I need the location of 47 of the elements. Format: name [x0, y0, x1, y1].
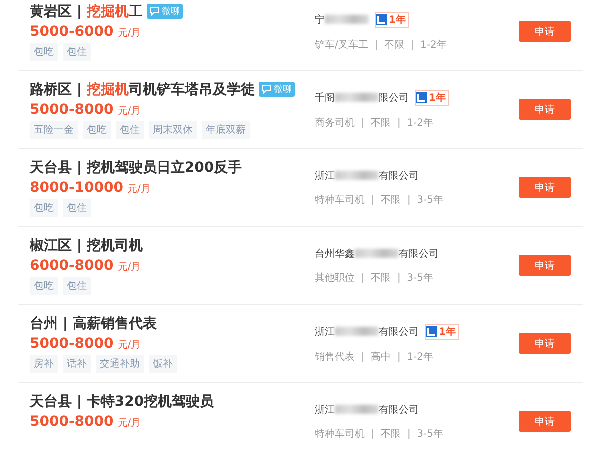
membership-badge: 1年	[375, 12, 409, 28]
salary-unit: 元/月	[118, 416, 142, 430]
job-title[interactable]: 椒江区 | 挖机司机	[30, 236, 143, 254]
benefit-tag: 包住	[116, 120, 144, 138]
salary: 5000-8000	[30, 102, 114, 118]
benefit-tag: 饭补	[149, 354, 177, 372]
salary-unit: 元/月	[118, 338, 142, 352]
company-name[interactable]: 千阁 限公司	[315, 90, 409, 104]
salary-unit: 元/月	[118, 26, 142, 40]
benefit-tag: 包住	[63, 198, 91, 216]
membership-badge: 1年	[415, 90, 449, 106]
benefit-tag: 包住	[63, 42, 91, 60]
salary: 5000-8000	[30, 414, 114, 430]
job-meta: 特种车司机 | 不限 | 3-5年	[315, 428, 445, 440]
job-meta: 特种车司机 | 不限 | 3-5年	[315, 194, 445, 206]
salary: 8000-10000	[30, 180, 124, 196]
company-name[interactable]: 浙江 有限公司	[315, 402, 419, 416]
membership-badge: 1年	[425, 324, 459, 340]
job-title[interactable]: 台州 | 高薪销售代表	[30, 314, 157, 332]
salary-unit: 元/月	[118, 260, 142, 274]
job-meta: 铲车/叉车工 | 不限 | 1-2年	[315, 38, 448, 52]
benefit-tag: 包吃	[30, 42, 58, 60]
benefit-tag: 房补	[30, 354, 58, 372]
benefit-tag: 包住	[63, 276, 91, 294]
salary: 5000-8000	[30, 336, 114, 352]
benefit-tag: 包吃	[30, 198, 58, 216]
salary-unit: 元/月	[127, 182, 151, 196]
company-name[interactable]: 浙江 有限公司	[315, 324, 419, 338]
job-title[interactable]: 天台县 | 卡特320挖机驾驶员	[30, 392, 214, 410]
benefit-tag: 五险一金	[30, 120, 78, 138]
job-title[interactable]: 天台县 | 挖机驾驶员日立200反手	[30, 158, 242, 176]
job-meta: 其他职位 | 不限 | 3-5年	[315, 272, 435, 284]
benefit-tag: 包吃	[30, 276, 58, 294]
benefit-tag: 年底双薪	[202, 120, 250, 138]
salary-unit: 元/月	[118, 104, 142, 118]
benefit-tag: 周末双休	[149, 120, 197, 138]
benefit-tag: 交通补助	[96, 354, 144, 372]
company-name[interactable]: 台州华鑫 有限公司	[315, 246, 439, 260]
job-title[interactable]: 路桥区 | 挖掘机司机铲车塔吊及学徒	[30, 80, 255, 98]
job-meta: 销售代表 | 高中 | 1-2年	[315, 350, 435, 364]
benefit-tag: 包吃	[83, 120, 111, 138]
job-meta: 商务司机 | 不限 | 1-2年	[315, 116, 435, 130]
job-title[interactable]: 黄岩区 | 挖掘机工	[30, 2, 143, 20]
salary: 5000-6000	[30, 24, 114, 40]
salary: 6000-8000	[30, 258, 114, 274]
company-name[interactable]: 浙江 有限公司	[315, 168, 419, 182]
benefit-tag: 话补	[63, 354, 91, 372]
